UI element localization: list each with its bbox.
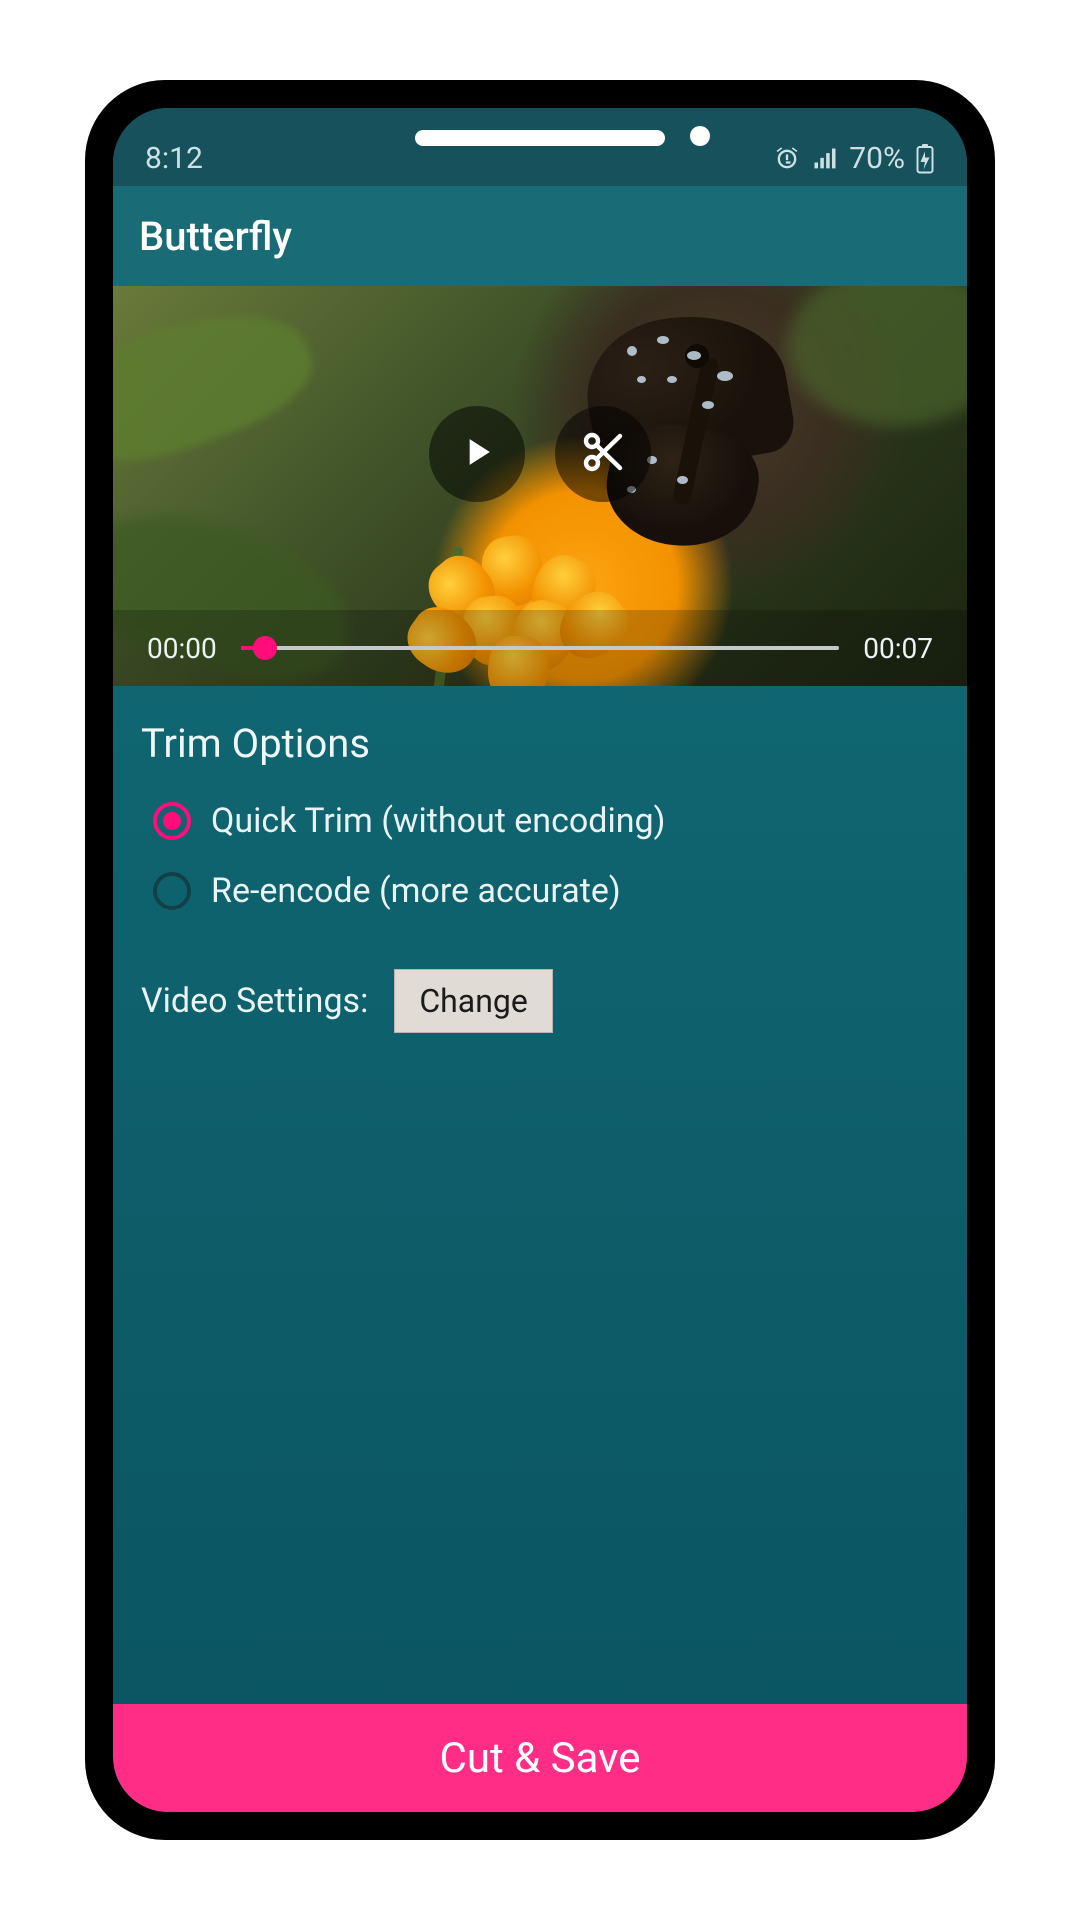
- play-icon: [455, 430, 499, 478]
- cut-and-save-button[interactable]: Cut & Save: [113, 1704, 967, 1812]
- video-timeline: 00:00 00:07: [113, 610, 967, 686]
- trim-mode-radio-group: Quick Trim (without encoding) Re-encode …: [141, 801, 939, 911]
- radio-indicator: [153, 802, 191, 840]
- screen: 8:12 70% Butterfly: [113, 108, 967, 1812]
- trim-options-panel: Trim Options Quick Trim (without encodin…: [113, 686, 967, 1704]
- timeline-start-time: 00:00: [147, 632, 217, 665]
- front-camera: [690, 126, 710, 146]
- video-preview: 00:00 00:07: [113, 286, 967, 686]
- timeline-thumb[interactable]: [253, 636, 277, 660]
- video-controls: [429, 406, 651, 502]
- status-time: 8:12: [145, 141, 203, 176]
- alarm-icon: [773, 145, 801, 173]
- timeline-track[interactable]: [241, 646, 840, 650]
- phone-frame: 8:12 70% Butterfly: [85, 80, 995, 1840]
- timeline-end-time: 00:07: [863, 632, 933, 665]
- radio-indicator: [153, 872, 191, 910]
- change-settings-button[interactable]: Change: [394, 969, 552, 1033]
- battery-percent: 70%: [849, 141, 905, 176]
- video-settings-row: Video Settings: Change: [141, 969, 939, 1033]
- status-time-area: 8:12: [145, 141, 203, 176]
- signal-icon: [811, 145, 839, 173]
- status-right: 70%: [773, 141, 935, 176]
- app-bar: Butterfly: [113, 186, 967, 286]
- radio-reencode[interactable]: Re-encode (more accurate): [153, 871, 939, 911]
- scissors-icon: [579, 428, 627, 480]
- radio-quick-trim[interactable]: Quick Trim (without encoding): [153, 801, 939, 841]
- radio-label: Quick Trim (without encoding): [211, 801, 665, 841]
- battery-charging-icon: [915, 144, 935, 174]
- bg-leaf: [113, 286, 326, 487]
- trim-options-title: Trim Options: [141, 720, 939, 767]
- status-bar: 8:12 70%: [113, 108, 967, 186]
- video-settings-label: Video Settings:: [141, 981, 368, 1021]
- page-title: Butterfly: [139, 213, 292, 260]
- speaker-notch: [415, 130, 665, 146]
- cut-button[interactable]: [555, 406, 651, 502]
- play-button[interactable]: [429, 406, 525, 502]
- radio-label: Re-encode (more accurate): [211, 871, 621, 911]
- radio-dot-icon: [163, 812, 181, 830]
